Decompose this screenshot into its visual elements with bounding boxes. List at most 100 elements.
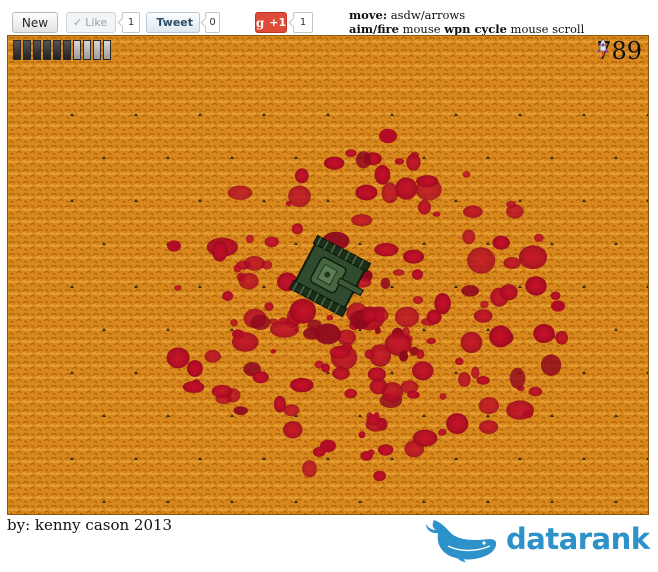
health-segment bbox=[33, 40, 41, 60]
tweet-button[interactable]: Tweet bbox=[146, 12, 200, 33]
blood-drop bbox=[332, 367, 350, 380]
blood-drop bbox=[394, 158, 405, 165]
blood-drop bbox=[314, 360, 324, 369]
facebook-like-button[interactable]: ✓ Like bbox=[66, 12, 116, 33]
blood-drop bbox=[379, 128, 397, 144]
cycle-key: wpn cycle bbox=[444, 22, 507, 36]
rocket-icon bbox=[597, 38, 610, 57]
controls-help: move: asdw/arrows aim/fire mouse wpn cyc… bbox=[349, 8, 584, 36]
blood-drop bbox=[392, 269, 405, 276]
blood-drop bbox=[525, 276, 547, 296]
health-segment bbox=[53, 40, 61, 60]
blood-drop bbox=[506, 200, 517, 208]
blood-drop bbox=[439, 393, 447, 400]
blood-drop bbox=[374, 165, 391, 185]
blood-drop bbox=[233, 406, 248, 415]
blood-drop bbox=[290, 377, 314, 393]
blood-drop bbox=[499, 284, 518, 301]
blood-drop bbox=[462, 171, 471, 178]
blood-drop bbox=[534, 233, 544, 243]
blood-drop bbox=[358, 431, 366, 439]
blood-drop bbox=[432, 211, 441, 217]
blood-drop bbox=[368, 449, 375, 456]
check-icon: ✓ bbox=[73, 16, 83, 29]
blood-drop bbox=[355, 151, 372, 169]
blood-drop bbox=[540, 354, 562, 377]
blood-drop bbox=[243, 256, 265, 271]
blood-drop bbox=[523, 410, 533, 418]
blood-drop bbox=[489, 325, 512, 348]
plus-one-label: +1 bbox=[269, 16, 287, 29]
health-segment bbox=[93, 40, 101, 60]
blood-drop bbox=[320, 439, 336, 453]
blood-drop bbox=[294, 168, 309, 184]
blood-drop bbox=[381, 182, 399, 204]
blood-drop bbox=[211, 384, 233, 398]
blood-drop bbox=[288, 185, 311, 208]
datarank-logo[interactable]: datarank bbox=[420, 516, 650, 566]
blood-drop bbox=[476, 376, 490, 385]
blood-drop bbox=[351, 214, 373, 227]
blood-drop bbox=[166, 347, 190, 369]
blood-drop bbox=[250, 314, 271, 330]
blood-drop bbox=[264, 236, 279, 248]
blood-drop bbox=[374, 243, 399, 257]
blood-drop bbox=[438, 428, 447, 436]
move-key: move: bbox=[349, 8, 388, 22]
blood-drop bbox=[345, 149, 357, 157]
blood-drop bbox=[480, 300, 489, 309]
blood-drop bbox=[411, 269, 423, 280]
blood-drop bbox=[373, 412, 380, 419]
health-segment bbox=[43, 40, 51, 60]
blood-drop bbox=[406, 153, 421, 171]
blood-drop bbox=[278, 317, 288, 325]
blood-drop bbox=[395, 177, 418, 200]
health-segment bbox=[73, 40, 81, 60]
blood-drop bbox=[283, 404, 300, 417]
blood-drop bbox=[245, 234, 254, 244]
blood-drop bbox=[233, 265, 242, 273]
health-segment bbox=[23, 40, 31, 60]
blood-drop bbox=[398, 350, 409, 362]
blood-drop bbox=[416, 349, 425, 359]
blood-drop bbox=[211, 240, 228, 262]
blood-drop bbox=[283, 421, 303, 439]
whale-icon bbox=[426, 520, 497, 562]
blood-drop bbox=[264, 302, 274, 312]
game-canvas[interactable]: 789 bbox=[7, 35, 649, 515]
blood-drop bbox=[324, 156, 345, 170]
tweet-count: 0 bbox=[205, 12, 220, 33]
blood-drop bbox=[222, 291, 234, 301]
blood-drop bbox=[471, 366, 480, 379]
blood-drop bbox=[403, 249, 424, 264]
blood-drop bbox=[462, 229, 476, 245]
blood-drop bbox=[550, 291, 561, 300]
game-scene bbox=[8, 36, 648, 514]
blood-drop bbox=[381, 382, 404, 403]
blood-drop bbox=[187, 360, 203, 377]
health-bar bbox=[13, 40, 111, 60]
new-game-button[interactable]: New bbox=[12, 12, 58, 33]
tweet-label: Tweet bbox=[156, 16, 193, 29]
blood-drop bbox=[458, 372, 471, 387]
blood-drop bbox=[367, 367, 386, 382]
blood-drop bbox=[402, 327, 410, 338]
blood-drop bbox=[377, 444, 394, 456]
like-count: 1 bbox=[122, 12, 140, 33]
blood-drop bbox=[394, 306, 420, 328]
blood-drop bbox=[227, 185, 253, 200]
blood-drop bbox=[533, 324, 555, 343]
blood-drop bbox=[460, 331, 483, 354]
blood-drop bbox=[362, 307, 377, 324]
blood-drop bbox=[416, 175, 439, 188]
blood-drop bbox=[412, 429, 438, 447]
blood-drop bbox=[551, 300, 565, 312]
move-value: asdw/arrows bbox=[390, 8, 466, 22]
blood-drop bbox=[503, 257, 521, 269]
google-plus-one-button[interactable]: g +1 bbox=[255, 12, 287, 33]
blood-drop bbox=[182, 381, 205, 393]
blood-drop bbox=[446, 413, 469, 435]
blood-drop bbox=[509, 367, 526, 389]
blood-drop bbox=[238, 272, 259, 290]
blood-drop bbox=[463, 205, 483, 218]
